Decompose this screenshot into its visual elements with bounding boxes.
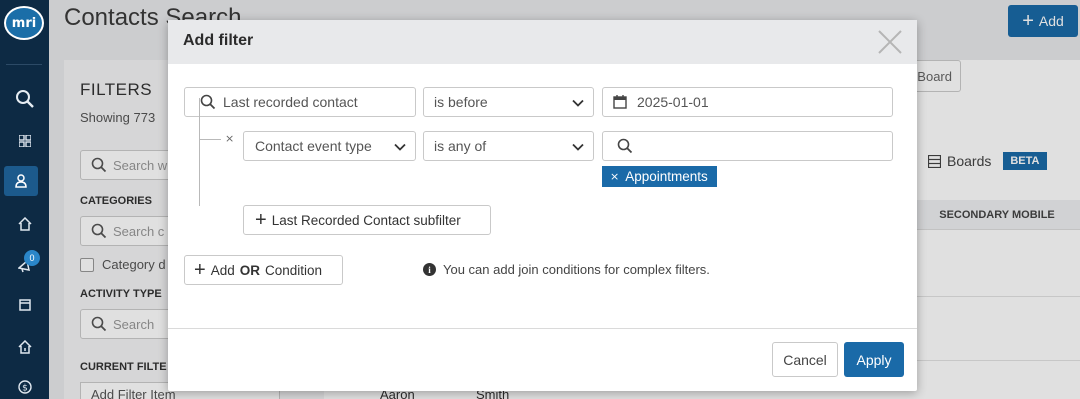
selected-chip-appointments: × Appointments — [602, 166, 717, 187]
add-condition-suffix: Condition — [264, 262, 323, 278]
subfilter-branch-line — [199, 139, 221, 140]
grid-icon[interactable] — [0, 126, 49, 156]
plus-icon: + — [255, 209, 267, 231]
subfilter-operator-value: is any of — [434, 138, 487, 154]
search-icon — [200, 94, 216, 110]
add-condition-prefix: Add — [210, 262, 235, 278]
subfilter-field-select[interactable]: Contact event type — [243, 131, 416, 161]
nav-divider — [6, 64, 42, 65]
add-filter-dialog: Add filter Last recorded contact is befo… — [168, 20, 917, 391]
subfilter-button-label: Last Recorded Contact subfilter — [271, 212, 461, 228]
date-input[interactable]: 2025-01-01 — [602, 87, 893, 117]
left-nav: mri 0 $ — [0, 0, 49, 399]
house-key-icon[interactable] — [0, 332, 49, 362]
close-icon[interactable] — [875, 27, 905, 57]
subfilter-field-value: Contact event type — [255, 138, 372, 154]
dollar-icon[interactable]: $ — [0, 372, 49, 399]
search-icon — [617, 138, 633, 154]
notification-badge: 0 — [24, 250, 40, 266]
home-icon[interactable] — [0, 209, 49, 239]
search-icon[interactable] — [0, 84, 49, 114]
subfilter-tree-line — [199, 98, 200, 206]
svg-text:$: $ — [22, 384, 28, 394]
calendar-icon[interactable] — [0, 290, 49, 320]
calendar-icon[interactable] — [612, 94, 628, 110]
subfilter-operator-select[interactable]: is any of — [423, 131, 594, 161]
chip-label: Appointments — [625, 169, 708, 184]
add-condition-or: OR — [239, 262, 260, 278]
event-type-search-input[interactable] — [602, 131, 893, 161]
operator-value: is before — [434, 94, 488, 110]
info-hint: i You can add join conditions for comple… — [423, 262, 710, 277]
person-icon[interactable] — [4, 166, 38, 196]
info-text: You can add join conditions for complex … — [443, 262, 710, 277]
filter-field-value: Last recorded contact — [223, 94, 358, 110]
cancel-button[interactable]: Cancel — [772, 342, 838, 377]
remove-chip-button[interactable]: × — [610, 170, 619, 183]
dialog-header: Add filter — [168, 20, 917, 64]
footer-divider — [168, 328, 917, 329]
dialog-title: Add filter — [183, 32, 254, 49]
chevron-down-icon — [394, 143, 406, 151]
date-value: 2025-01-01 — [637, 94, 709, 110]
add-subfilter-button[interactable]: + Last Recorded Contact subfilter — [243, 205, 491, 235]
mri-logo[interactable]: mri — [4, 6, 44, 40]
operator-select[interactable]: is before — [423, 87, 594, 117]
info-icon: i — [423, 263, 436, 276]
apply-button[interactable]: Apply — [844, 342, 904, 377]
filter-field-select[interactable]: Last recorded contact — [184, 87, 416, 117]
plus-icon: + — [194, 259, 206, 281]
chevron-down-icon — [572, 143, 584, 151]
chevron-down-icon — [572, 99, 584, 107]
add-or-condition-button[interactable]: + Add OR Condition — [184, 255, 343, 285]
remove-subfilter-button[interactable]: × — [225, 132, 234, 145]
